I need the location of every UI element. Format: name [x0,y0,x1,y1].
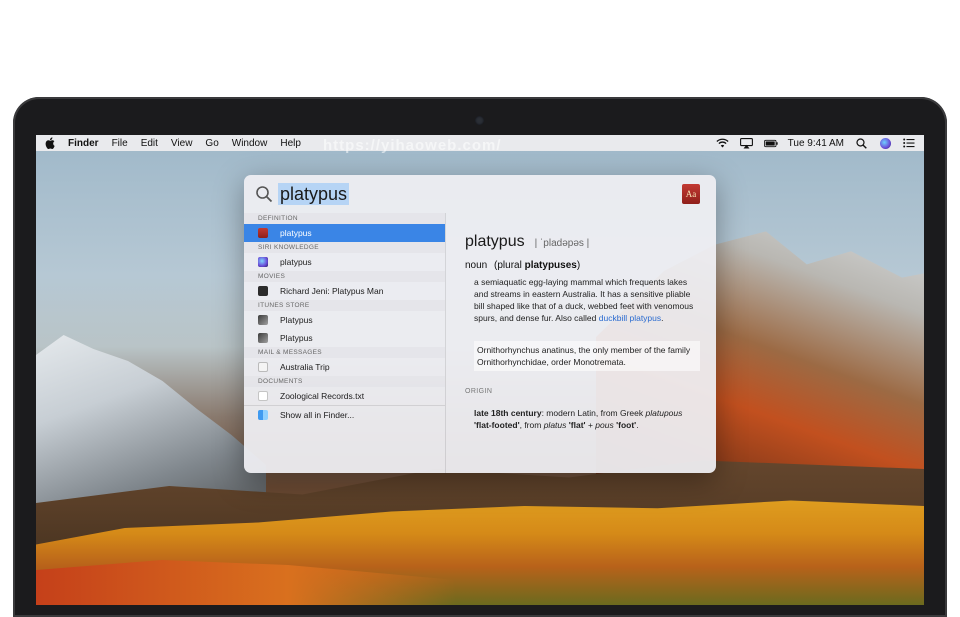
part-of-speech: noun (plural platypuses) [465,260,580,271]
headword-line: platypus | ˈpladəpəs | [465,233,589,251]
definition-end: . [661,313,664,323]
camera [475,116,484,125]
section-header-mail-messages: MAIL & MESSAGES [244,347,445,358]
itunes-icon [258,315,268,325]
section-header-definition: DEFINITION [244,213,445,224]
result-row-definition-platypus[interactable]: platypus [244,224,445,242]
origin-d: 'flat-footed' [474,420,520,430]
origin-f: platus [543,420,567,430]
origin-header: ORIGIN [465,388,493,395]
watermark: https://yihaoweb.com/ [323,137,502,154]
battery-icon[interactable] [763,137,778,149]
result-label: platypus [280,257,312,267]
spotlight-search-bar: platypus Aa [244,175,716,213]
pronunciation: | ˈpladəpəs | [534,238,590,249]
origin-text: late 18th century: modern Latin, from Gr… [474,407,699,431]
menu-go[interactable]: Go [205,138,218,149]
plural-open: (plural [494,260,522,271]
menu-app-finder[interactable]: Finder [68,138,99,149]
menu-help[interactable]: Help [280,138,301,149]
duckbill-platypus-link[interactable]: duckbill platypus [599,313,661,323]
plural-form: platypuses [524,260,577,271]
section-header-itunes-store: ITUNES STORE [244,300,445,311]
show-all-in-finder[interactable]: Show all in Finder... [244,406,445,424]
mail-icon [258,362,268,372]
clock[interactable]: Tue 9:41 AM [788,138,844,149]
spotlight-window: platypus Aa DEFINITION platypus SIRI KNO… [244,175,716,473]
origin-k: . [636,420,639,430]
result-row-itunes-1[interactable]: Platypus [244,311,445,329]
origin-a: late 18th century [474,408,542,418]
section-header-documents: DOCUMENTS [244,376,445,387]
dictionary-app-icon[interactable]: Aa [682,184,700,204]
result-label: Australia Trip [280,362,330,372]
result-row-document[interactable]: Zoological Records.txt [244,387,445,405]
notification-center-icon[interactable] [902,137,916,149]
result-row-mail[interactable]: Australia Trip [244,358,445,376]
dictionary-icon [258,228,268,238]
origin-j: 'foot' [616,420,637,430]
plural-close: ) [576,260,581,271]
results-list: DEFINITION platypus SIRI KNOWLEDGE platy… [244,213,445,473]
result-label: Richard Jeni: Platypus Man [280,286,384,296]
menu-edit[interactable]: Edit [141,138,158,149]
screen: Finder File Edit View Go Window Help Tue… [36,135,924,605]
result-label: Platypus [280,333,313,343]
movie-icon [258,286,268,296]
origin-e: , from [519,420,542,430]
headword: platypus [465,233,525,250]
siri-icon[interactable] [878,137,892,149]
definition-text: a semiaquatic egg-laying mammal which fr… [474,276,699,324]
siri-icon [258,257,268,267]
result-label: Platypus [280,315,313,325]
origin-b: : modern Latin, from Greek [541,408,644,418]
zoology-note: Ornithorhynchus anatinus, the only membe… [474,341,700,371]
definition-preview: platypus | ˈpladəpəs | noun (plural plat… [445,213,716,473]
origin-h: + [587,420,593,430]
finder-icon [258,410,268,420]
airplay-icon[interactable] [740,137,754,149]
document-icon [258,391,268,401]
menu-view[interactable]: View [171,138,193,149]
result-label: platypus [280,228,312,238]
wifi-icon[interactable] [716,137,730,149]
origin-c: platupous [645,408,683,418]
origin-g: 'flat' [568,420,586,430]
search-icon [256,186,273,203]
section-header-movies: MOVIES [244,271,445,282]
pos-label: noun [465,260,488,271]
menu-window[interactable]: Window [232,138,268,149]
apple-menu-icon[interactable] [44,137,56,149]
result-row-itunes-2[interactable]: Platypus [244,329,445,347]
result-label: Zoological Records.txt [280,391,365,401]
section-header-siri-knowledge: SIRI KNOWLEDGE [244,242,445,253]
spotlight-search-icon[interactable] [854,137,868,149]
itunes-icon [258,333,268,343]
result-row-movie[interactable]: Richard Jeni: Platypus Man [244,282,445,300]
spotlight-query-input[interactable]: platypus [278,183,350,205]
show-all-label: Show all in Finder... [280,410,355,420]
status-area: Tue 9:41 AM [716,137,916,149]
result-row-siri-platypus[interactable]: platypus [244,253,445,271]
origin-i: pous [595,420,614,430]
menu-file[interactable]: File [112,138,128,149]
